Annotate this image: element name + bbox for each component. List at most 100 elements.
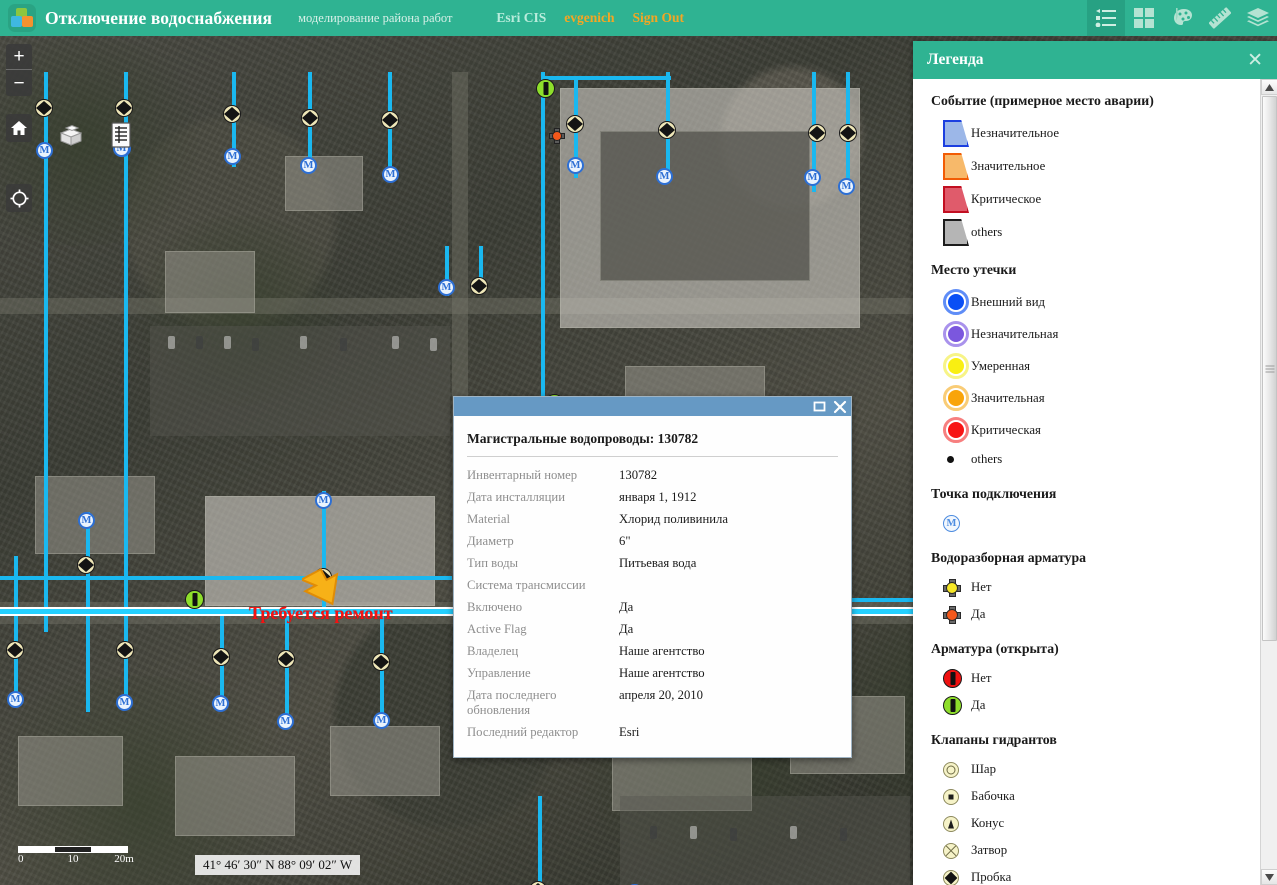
list-item[interactable]: Критическое: [931, 186, 1259, 213]
map-hydrant-marker[interactable]: [549, 128, 565, 144]
map-valve-marker[interactable]: [470, 277, 488, 295]
pipe-segment[interactable]: [541, 72, 545, 422]
list-item[interactable]: Незначительная: [931, 321, 1259, 347]
selected-pipe-segment[interactable]: [852, 609, 913, 614]
map-connection-marker[interactable]: M: [7, 691, 24, 708]
pipe-segment[interactable]: [124, 72, 128, 692]
legend-group-valve-open: Арматура (открыта) Нет Да: [931, 641, 1259, 716]
table-row: Инвентарный номер 130782: [467, 467, 658, 482]
scroll-up-arrow-icon[interactable]: [1261, 79, 1277, 95]
sign-out-link[interactable]: Sign Out: [633, 10, 684, 26]
close-icon[interactable]: [833, 400, 847, 414]
list-item[interactable]: Да: [931, 695, 1259, 716]
home-icon[interactable]: [6, 114, 32, 142]
feature-popup: Магистральные водопроводы: 130782 Инвент…: [453, 396, 852, 758]
list-item[interactable]: Внешний вид: [931, 289, 1259, 315]
layers-icon[interactable]: [1239, 0, 1277, 36]
map-valve-marker[interactable]: [808, 124, 826, 142]
table-row: Последний редактор Esri: [467, 724, 640, 739]
list-item[interactable]: Затвор: [931, 840, 1259, 861]
map-valve-marker[interactable]: [529, 881, 547, 885]
list-item[interactable]: others: [931, 219, 1259, 246]
close-icon[interactable]: ✕: [1247, 51, 1263, 70]
list-item[interactable]: Нет: [931, 577, 1259, 598]
list-item[interactable]: Критическая: [931, 417, 1259, 443]
scrollbar-thumb[interactable]: [1262, 96, 1277, 641]
map-connection-marker[interactable]: M: [212, 695, 229, 712]
list-item[interactable]: Конус: [931, 813, 1259, 834]
zoom-out-button[interactable]: −: [6, 70, 32, 96]
map-connection-marker[interactable]: M: [36, 142, 53, 159]
map-valve-marker[interactable]: [77, 556, 95, 574]
leak-swatch-appearance-icon: [931, 289, 971, 315]
legend-scrollbar[interactable]: [1260, 79, 1277, 885]
basemap-grid-icon[interactable]: [1125, 0, 1163, 36]
map-valve-marker[interactable]: [658, 121, 676, 139]
list-item[interactable]: Умеренная: [931, 353, 1259, 379]
map-valve-marker[interactable]: [372, 653, 390, 671]
zoom-in-button[interactable]: +: [6, 44, 32, 70]
table-row: Управление Наше агентство: [467, 665, 705, 680]
list-item[interactable]: Значительное: [931, 153, 1259, 180]
pipe-segment[interactable]: [285, 616, 289, 726]
map-connection-marker[interactable]: M: [78, 512, 95, 529]
list-item[interactable]: Пробка: [931, 867, 1259, 885]
map-connection-marker[interactable]: M: [373, 712, 390, 729]
map-valve-marker[interactable]: [566, 115, 584, 133]
measure-ruler-icon[interactable]: [1201, 0, 1239, 36]
map-connection-marker[interactable]: M: [656, 168, 673, 185]
map-connection-marker[interactable]: M: [438, 279, 455, 296]
list-item[interactable]: Нет: [931, 668, 1259, 689]
map-connection-marker[interactable]: M: [116, 694, 133, 711]
list-item[interactable]: M: [931, 513, 1259, 534]
map-connection-marker[interactable]: M: [382, 166, 399, 183]
list-item[interactable]: Шар: [931, 759, 1259, 780]
scale-bar: 0 10 20m: [18, 846, 134, 867]
list-item[interactable]: Незначительное: [931, 120, 1259, 147]
locate-crosshair-icon[interactable]: [6, 184, 32, 212]
map-valve-marker[interactable]: [35, 99, 53, 117]
map-connection-marker[interactable]: M: [804, 169, 821, 186]
map-connection-marker[interactable]: M: [567, 157, 584, 174]
map-connection-marker[interactable]: M: [300, 157, 317, 174]
map-valve-marker[interactable]: [839, 124, 857, 142]
list-item[interactable]: others: [931, 449, 1259, 470]
map-valve-marker[interactable]: [277, 650, 295, 668]
map-valve-marker[interactable]: [212, 648, 230, 666]
map-valve-marker[interactable]: [223, 105, 241, 123]
pipe-segment[interactable]: [852, 598, 913, 602]
map-open-valve-marker[interactable]: [185, 590, 204, 609]
map-connection-marker[interactable]: M: [224, 148, 241, 165]
map-valve-marker[interactable]: [301, 109, 319, 127]
pipe-segment[interactable]: [0, 576, 452, 580]
pipe-segment[interactable]: [541, 76, 671, 80]
legend-icon[interactable]: [1087, 0, 1125, 36]
header-links: Esri CIS evgenich Sign Out: [496, 10, 684, 26]
list-item[interactable]: Бабочка: [931, 786, 1259, 807]
map-connection-marker[interactable]: M: [315, 492, 332, 509]
username-link[interactable]: evgenich: [564, 10, 614, 26]
list-item[interactable]: Да: [931, 604, 1259, 625]
table-row: Дата последнего обновления апреля 20, 201…: [467, 687, 703, 717]
hydrant-yes-icon: [931, 605, 971, 624]
palette-icon[interactable]: [1163, 0, 1201, 36]
map-valve-marker[interactable]: [6, 641, 24, 659]
attribute-table-icon[interactable]: [110, 122, 132, 153]
list-item[interactable]: Значительная: [931, 385, 1259, 411]
table-row: Включено Да: [467, 599, 634, 614]
org-link[interactable]: Esri CIS: [496, 10, 546, 26]
table-row: Дата инсталляции января 1, 1912: [467, 489, 697, 504]
map-connection-marker[interactable]: M: [838, 178, 855, 195]
map-connection-marker[interactable]: M: [277, 713, 294, 730]
legend-header: Легенда ✕: [913, 41, 1277, 79]
app-title: Отключение водоснабжения: [45, 7, 273, 28]
map-valve-marker[interactable]: [115, 99, 133, 117]
map-valve-marker[interactable]: [116, 641, 134, 659]
maximize-icon[interactable]: [813, 400, 826, 413]
map-valve-marker[interactable]: [381, 111, 399, 129]
scroll-down-arrow-icon[interactable]: [1261, 869, 1277, 885]
toolbox-icon[interactable]: [58, 124, 84, 151]
zoom-to-link[interactable]: Приблизить к: [468, 756, 542, 757]
pipe-segment[interactable]: [538, 796, 542, 885]
map-open-valve-marker[interactable]: [536, 79, 555, 98]
